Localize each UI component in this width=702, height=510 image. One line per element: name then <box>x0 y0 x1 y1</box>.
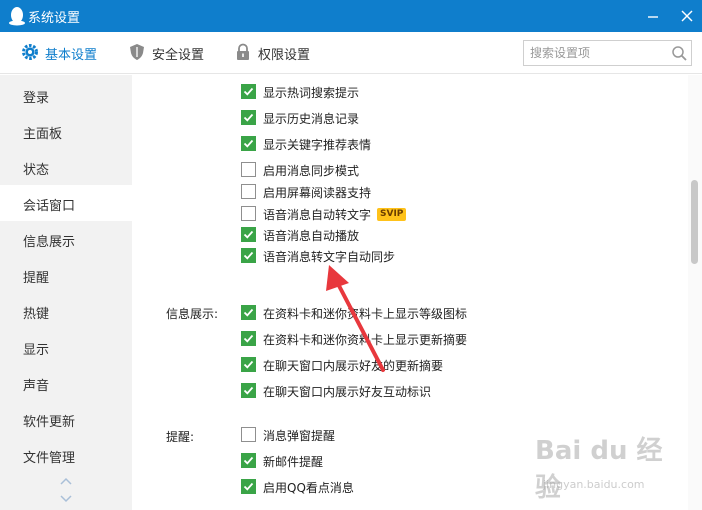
title-bar: 系统设置 <box>0 0 702 32</box>
sidebar-item-info-display[interactable]: 信息展示 <box>0 221 132 257</box>
sidebar-item-status[interactable]: 状态 <box>0 149 132 185</box>
checkbox-checked[interactable] <box>241 305 256 320</box>
sidebar-item-login[interactable]: 登录 <box>0 77 132 113</box>
sidebar-item-sound[interactable]: 声音 <box>0 365 132 401</box>
section-label-reminder: 提醒: <box>166 430 195 444</box>
tab-label: 安全设置 <box>152 48 205 63</box>
sidebar-item-label: 登录 <box>23 91 50 106</box>
sidebar-item-reminder[interactable]: 提醒 <box>0 257 132 293</box>
checkbox-checked[interactable] <box>241 227 256 242</box>
minimize-icon[interactable] <box>643 6 663 26</box>
content-scrollbar[interactable] <box>688 75 702 510</box>
sidebar-item-label: 软件更新 <box>23 415 76 430</box>
watermark-logo: Bai du 经验 <box>535 436 663 503</box>
checkmark-icon <box>243 87 254 96</box>
option-label: 在资料卡和迷你资料卡上显示等级图标 <box>263 307 468 321</box>
close-icon[interactable] <box>677 6 697 26</box>
checkmark-icon <box>243 334 254 343</box>
watermark-url: jingyan.baidu.com <box>543 478 645 491</box>
option-label: 启用QQ看点消息 <box>263 481 354 495</box>
checkmark-icon <box>243 360 254 369</box>
checkmark-icon <box>243 113 254 122</box>
checkbox-checked[interactable] <box>241 84 256 99</box>
option-label: 显示历史消息记录 <box>263 112 360 126</box>
baidu-jingyan-watermark: Bai du 经验 jingyan.baidu.com <box>535 430 685 503</box>
checkmark-icon <box>243 251 254 260</box>
sidebar-item-label: 会话窗口 <box>23 199 76 214</box>
tab-basic-settings[interactable]: 基本设置 <box>21 42 111 64</box>
tab-label: 权限设置 <box>258 48 311 63</box>
option-label: 语音消息自动转文字 <box>263 208 372 222</box>
option-label: 启用屏幕阅读器支持 <box>263 186 372 200</box>
window-title: 系统设置 <box>28 11 81 26</box>
sidebar-item-label: 热键 <box>23 307 50 322</box>
checkmark-icon <box>243 386 254 395</box>
checkmark-icon <box>243 308 254 317</box>
checkbox-unchecked[interactable] <box>241 184 256 199</box>
tab-security-settings[interactable]: 安全设置 <box>128 42 218 64</box>
checkbox-checked[interactable] <box>241 453 256 468</box>
lock-icon <box>237 43 249 60</box>
settings-sidebar: 登录 主面板 状态 会话窗口 信息展示 提醒 热键 显示 声音 软件更新 文件管… <box>0 75 132 510</box>
sidebar-item-software-update[interactable]: 软件更新 <box>0 401 132 437</box>
checkbox-checked[interactable] <box>241 248 256 263</box>
sidebar-item-label: 状态 <box>23 163 50 178</box>
checkbox-checked[interactable] <box>241 136 256 151</box>
option-label: 显示热词搜索提示 <box>263 86 360 100</box>
checkbox-unchecked[interactable] <box>241 427 256 442</box>
option-label: 在聊天窗口内展示好友的更新摘要 <box>263 359 444 373</box>
checkbox-checked[interactable] <box>241 479 256 494</box>
checkbox-checked[interactable] <box>241 383 256 398</box>
chevron-up-icon[interactable] <box>59 475 73 487</box>
checkbox-checked[interactable] <box>241 110 256 125</box>
sidebar-item-label: 信息展示 <box>23 235 76 250</box>
section-label-info-display: 信息展示: <box>166 307 219 321</box>
option-label: 启用消息同步模式 <box>263 164 360 178</box>
shield-icon <box>130 44 144 60</box>
sidebar-item-file-management[interactable]: 文件管理 <box>0 437 132 473</box>
sidebar-item-main-panel[interactable]: 主面板 <box>0 113 132 149</box>
option-label: 新邮件提醒 <box>263 455 324 469</box>
option-label: 在聊天窗口内展示好友互动标识 <box>263 385 432 399</box>
checkbox-unchecked[interactable] <box>241 206 256 221</box>
scrollbar-thumb[interactable] <box>691 180 698 264</box>
option-label: 消息弹窗提醒 <box>263 429 336 443</box>
sidebar-item-label: 提醒 <box>23 271 50 286</box>
option-label: 语音消息自动播放 <box>263 229 360 243</box>
checkmark-icon <box>243 139 254 148</box>
tab-permission-settings[interactable]: 权限设置 <box>234 42 324 64</box>
checkbox-checked[interactable] <box>241 357 256 372</box>
option-label: 在资料卡和迷你资料卡上显示更新摘要 <box>263 333 468 347</box>
chevron-down-icon[interactable] <box>59 493 73 505</box>
checkbox-checked[interactable] <box>241 331 256 346</box>
search-box <box>523 40 692 66</box>
qq-penguin-icon <box>9 7 25 26</box>
sidebar-item-session-window[interactable]: 会话窗口 <box>0 185 132 221</box>
checkmark-icon <box>243 230 254 239</box>
sidebar-item-label: 主面板 <box>23 127 63 142</box>
sidebar-item-label: 显示 <box>23 343 50 358</box>
checkbox-unchecked[interactable] <box>241 162 256 177</box>
option-label: 语音消息转文字自动同步 <box>263 250 396 264</box>
sidebar-item-label: 声音 <box>23 379 50 394</box>
gear-icon <box>22 44 38 60</box>
tab-label: 基本设置 <box>45 48 98 63</box>
sidebar-item-display[interactable]: 显示 <box>0 329 132 365</box>
sidebar-item-label: 文件管理 <box>23 451 76 466</box>
sidebar-item-hotkeys[interactable]: 热键 <box>0 293 132 329</box>
search-icon[interactable] <box>671 45 688 62</box>
svip-badge: SVIP <box>377 208 407 221</box>
checkmark-icon <box>243 456 254 465</box>
checkmark-icon <box>243 482 254 491</box>
option-label: 显示关键字推荐表情 <box>263 138 372 152</box>
search-input[interactable] <box>530 44 664 62</box>
